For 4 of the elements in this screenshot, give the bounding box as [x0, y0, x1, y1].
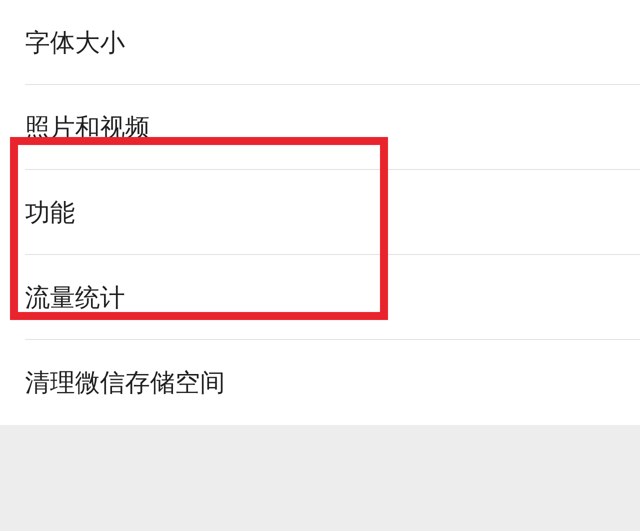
settings-item[interactable]: 功能 [25, 196, 75, 228]
settings-item[interactable]: 流量统计 [25, 280, 125, 314]
settings-item[interactable]: 清理微信存储空间 [25, 366, 225, 399]
settings-item[interactable]: 字体大小 [25, 26, 125, 58]
